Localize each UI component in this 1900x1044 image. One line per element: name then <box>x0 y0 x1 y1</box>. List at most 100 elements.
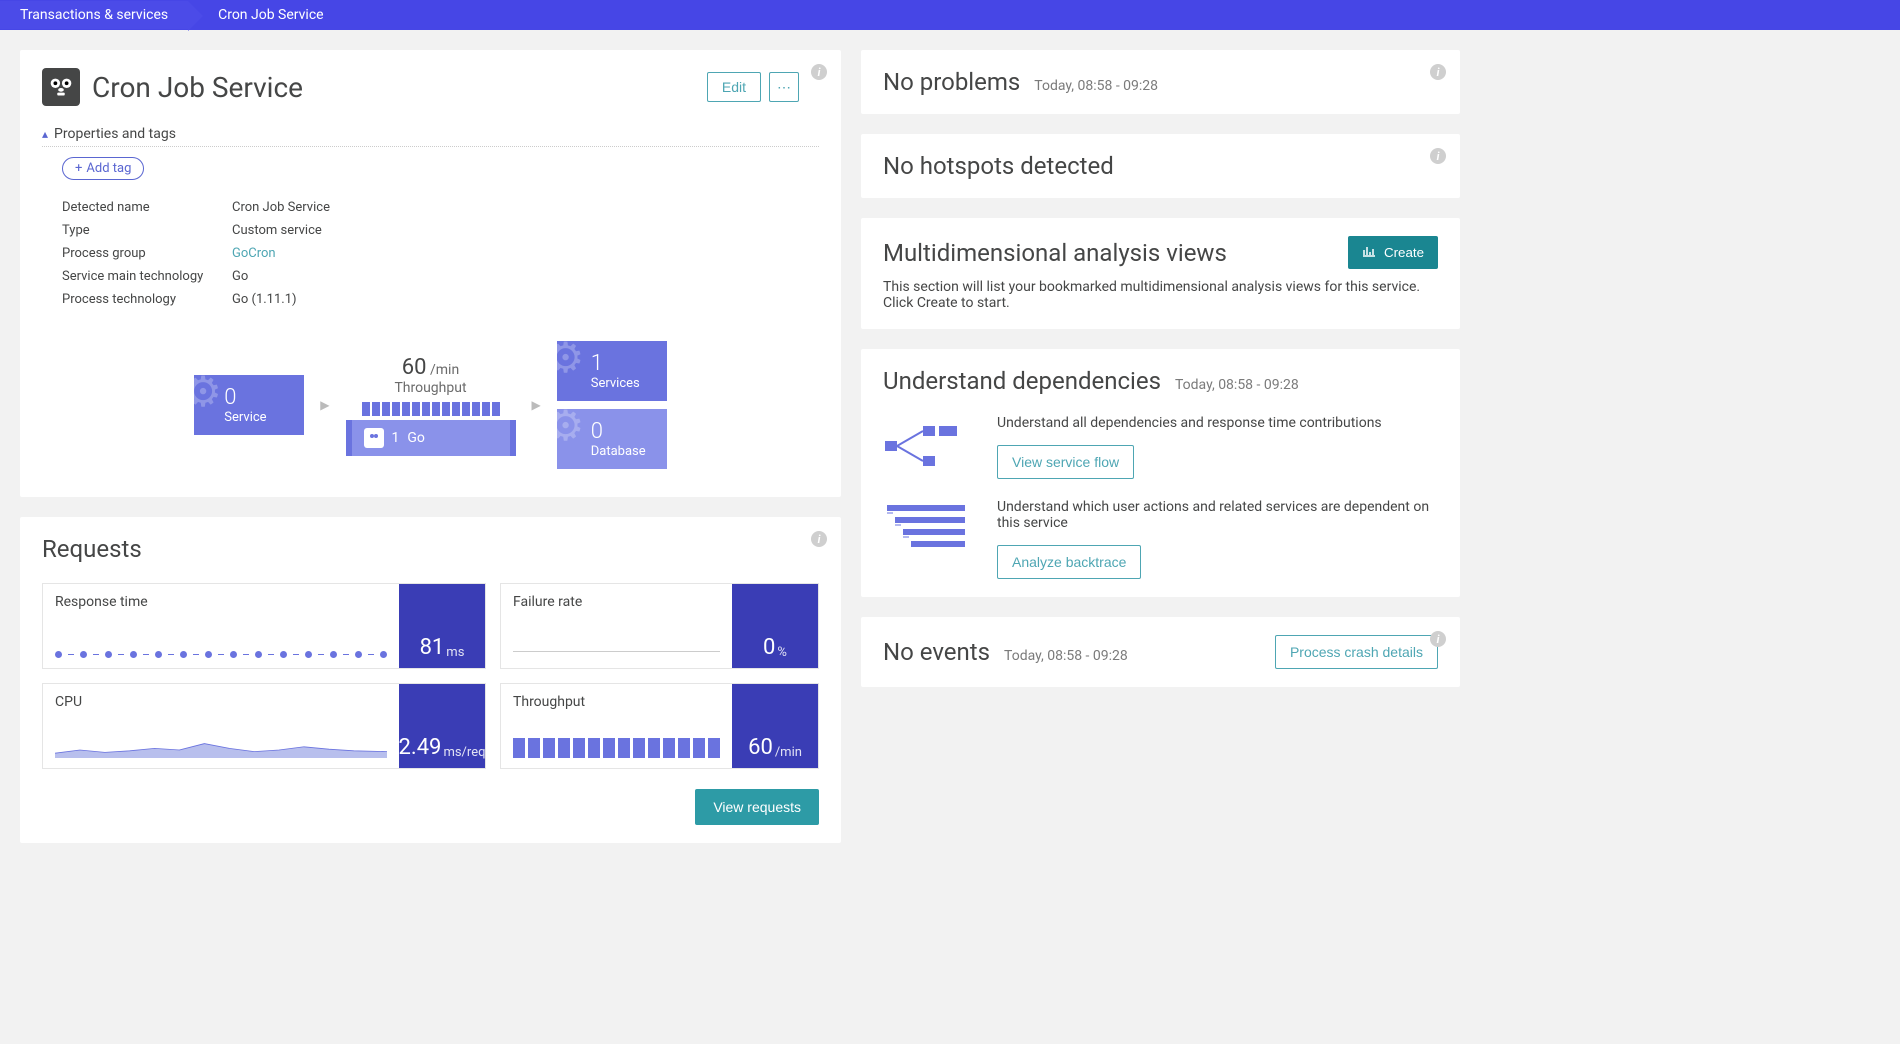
problems-title: No problems <box>883 68 1020 96</box>
info-icon[interactable]: i <box>1430 631 1446 647</box>
prop-row: TypeCustom service <box>62 219 819 242</box>
dependencies-title: Understand dependencies <box>883 367 1161 395</box>
service-title: Cron Job Service <box>92 71 695 104</box>
problems-timestamp: Today, 08:58 - 09:28 <box>1034 78 1158 94</box>
hotspots-title: No hotspots detected <box>883 152 1438 180</box>
metric-value: 81 <box>420 635 445 660</box>
prop-row: Service main technologyGo <box>62 265 819 288</box>
metric-title: CPU <box>55 694 387 710</box>
metric-unit: /min <box>775 745 802 760</box>
breadcrumb: Transactions & services Cron Job Service <box>0 0 1900 30</box>
info-icon[interactable]: i <box>811 64 827 80</box>
database-box[interactable]: 0 Database <box>557 409 667 469</box>
throughput-value: 60 <box>402 355 427 380</box>
properties-table: Detected nameCron Job Service TypeCustom… <box>62 196 819 311</box>
incoming-count: 0 <box>224 385 266 410</box>
db-label: Database <box>591 444 646 459</box>
dependencies-timestamp: Today, 08:58 - 09:28 <box>1175 377 1299 393</box>
dependencies-card: Understand dependencies Today, 08:58 - 0… <box>861 349 1460 597</box>
metric-unit: ms <box>446 645 464 660</box>
events-card: i No events Today, 08:58 - 09:28 Process… <box>861 617 1460 687</box>
incoming-label: Service <box>224 410 266 425</box>
metric-value: 0 <box>763 635 775 660</box>
info-icon[interactable]: i <box>1430 64 1446 80</box>
edit-button[interactable]: Edit <box>707 72 761 102</box>
view-service-flow-button[interactable]: View service flow <box>997 445 1134 479</box>
mda-card: Multidimensional analysis views Create T… <box>861 218 1460 329</box>
create-mda-button[interactable]: Create <box>1348 236 1438 269</box>
metric-value: 2.49 <box>399 735 442 760</box>
process-crash-details-button[interactable]: Process crash details <box>1275 635 1438 669</box>
properties-toggle-label: Properties and tags <box>54 126 176 142</box>
info-icon[interactable]: i <box>811 531 827 547</box>
services-count: 1 <box>591 351 640 376</box>
go-gopher-icon <box>42 68 80 106</box>
requests-card: i Requests Response time 81ms <box>20 517 841 843</box>
breadcrumb-root[interactable]: Transactions & services <box>0 1 188 29</box>
more-menu-button[interactable]: ⋯ <box>769 72 799 102</box>
prop-value: Custom service <box>232 223 322 238</box>
arrow-right-icon: ▶ <box>320 398 329 412</box>
cpu-tile[interactable]: CPU 2.49ms/req <box>42 683 486 769</box>
requests-title: Requests <box>42 535 819 563</box>
cpu-sparkline <box>55 734 387 758</box>
backtrace-text: Understand which user actions and relate… <box>997 499 1438 531</box>
mda-title: Multidimensional analysis views <box>883 239 1227 267</box>
chart-icon <box>1362 244 1376 261</box>
chevron-up-icon: ▴ <box>42 127 48 141</box>
metric-title: Failure rate <box>513 594 720 610</box>
service-flow-text: Understand all dependencies and response… <box>997 415 1438 431</box>
analyze-backtrace-button[interactable]: Analyze backtrace <box>997 545 1141 579</box>
arrow-right-icon: ▶ <box>532 398 541 412</box>
services-label: Services <box>591 376 640 391</box>
prop-value-link[interactable]: GoCron <box>232 246 276 261</box>
prop-row: Detected nameCron Job Service <box>62 196 819 219</box>
prop-label: Detected name <box>62 200 232 215</box>
dependent-services-box[interactable]: 1 Services <box>557 341 667 401</box>
view-requests-button[interactable]: View requests <box>695 789 819 825</box>
service-flow-diagram: 0 Service ▶ 60 /min Throughput <box>42 341 819 469</box>
prop-value: Go (1.11.1) <box>232 292 297 307</box>
metric-unit: ms/req <box>443 745 485 760</box>
metric-unit: % <box>777 645 787 660</box>
throughput-tile[interactable]: Throughput 60/min <box>500 683 819 769</box>
prop-row: Process groupGoCron <box>62 242 819 265</box>
throughput-sparkline <box>358 402 504 416</box>
prop-label: Type <box>62 223 232 238</box>
throughput-sparkline <box>513 736 720 758</box>
tech-label: Go <box>407 430 425 446</box>
response-time-sparkline <box>55 651 387 658</box>
events-timestamp: Today, 08:58 - 09:28 <box>1004 648 1128 664</box>
prop-row: Process technologyGo (1.11.1) <box>62 288 819 311</box>
prop-label: Service main technology <box>62 269 232 284</box>
problems-card: i No problems Today, 08:58 - 09:28 <box>861 50 1460 114</box>
plus-icon: + <box>75 161 82 176</box>
response-time-tile[interactable]: Response time 81ms <box>42 583 486 669</box>
properties-toggle[interactable]: ▴ Properties and tags <box>42 126 819 147</box>
go-icon <box>364 428 384 448</box>
info-icon[interactable]: i <box>1430 148 1446 164</box>
prop-value: Cron Job Service <box>232 200 330 215</box>
breadcrumb-current[interactable]: Cron Job Service <box>188 1 344 29</box>
add-tag-label: Add tag <box>86 161 131 176</box>
metric-value: 60 <box>748 735 773 760</box>
backtrace-icon <box>883 499 973 559</box>
prop-label: Process group <box>62 246 232 261</box>
tech-count: 1 <box>392 430 400 446</box>
incoming-services-box[interactable]: 0 Service <box>194 375 304 435</box>
failure-rate-tile[interactable]: Failure rate 0% <box>500 583 819 669</box>
add-tag-button[interactable]: + Add tag <box>62 157 144 180</box>
technology-box[interactable]: 1 Go <box>346 420 516 456</box>
throughput-unit: /min <box>430 362 459 378</box>
throughput-label: Throughput <box>394 380 466 396</box>
events-title: No events <box>883 638 990 666</box>
create-label: Create <box>1384 245 1424 260</box>
service-card: i Cron Job Service Edit ⋯ ▴ Properties a… <box>20 50 841 497</box>
prop-label: Process technology <box>62 292 232 307</box>
mda-description: This section will list your bookmarked m… <box>883 279 1438 311</box>
metric-title: Response time <box>55 594 387 610</box>
service-flow-icon <box>883 415 973 475</box>
hotspots-card: i No hotspots detected <box>861 134 1460 198</box>
db-count: 0 <box>591 419 646 444</box>
prop-value: Go <box>232 269 248 284</box>
